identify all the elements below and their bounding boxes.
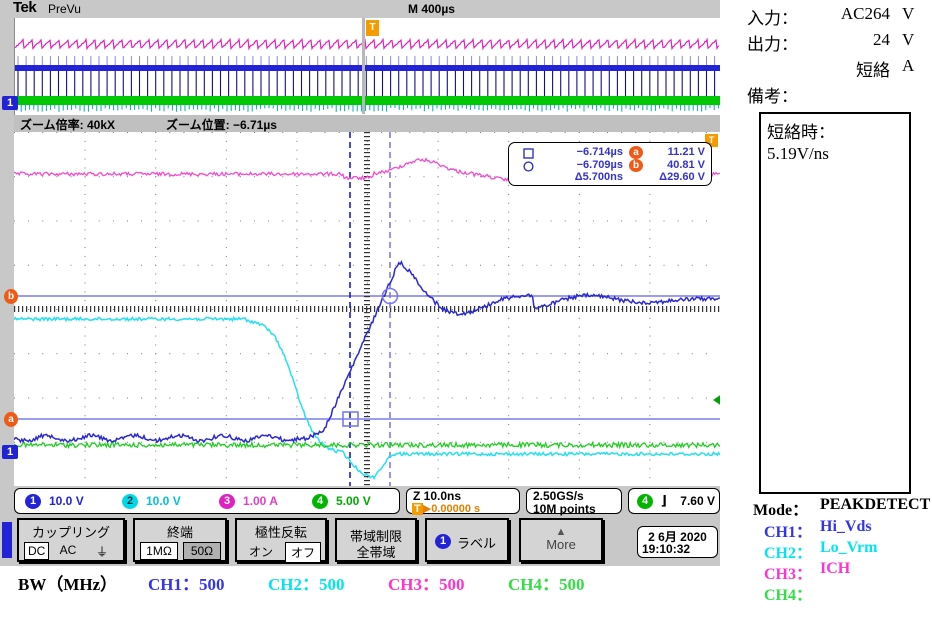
input-label: 入力： [747, 9, 798, 28]
zoom-factor-label: ズーム倍率: 40kX [20, 118, 115, 132]
zoom-position-label: ズーム位置: −6.71µs [166, 118, 277, 132]
cursor-a-badge-label: a [629, 146, 643, 159]
ch2-scale: 10.0 V [146, 494, 181, 508]
mode-label: Mode： [753, 502, 809, 519]
time-value: 19:10:32 [642, 542, 691, 556]
control-button-row: カップリング DC AC ⏚ 終端 1MΩ 50Ω 極性反転 オン オフ 帯域制… [2, 518, 720, 566]
ch1-chip[interactable]: 1 [25, 494, 41, 509]
invert-option-on[interactable]: オン [242, 542, 280, 561]
cursor-a-time: −6.714µs [576, 146, 623, 158]
mode-value: PEAKDETECT [820, 496, 931, 513]
overview-trigger-marker[interactable]: T [366, 20, 379, 36]
record-length-value: 10M points [533, 502, 596, 516]
output-unit-2: A [902, 56, 915, 75]
more-label: More [546, 537, 576, 552]
termination-option-50[interactable]: 50Ω [183, 542, 221, 560]
bw-ch4: CH4：500 [508, 575, 585, 594]
zoom-ch1-marker[interactable]: 1 [2, 445, 18, 459]
trigger-source-chip: 4 [637, 494, 653, 509]
tek-logo: Tek [13, 0, 37, 16]
datetime-readout: 2 6月 2020 19:10:32 [637, 526, 718, 558]
coupling-option-ac[interactable]: AC [55, 542, 81, 558]
trigger-readout: 4 ⌋ 7.60 V [628, 488, 720, 514]
ch1-scale: 10.0 V [49, 494, 84, 508]
bandwidth-value: 全帯域 [356, 545, 396, 560]
trigger-position-value: T ▶0.00000 s [412, 503, 481, 515]
termination-title: 終端 [166, 525, 193, 540]
timebase-readout: Z 10.0ns T ▶0.00000 s [406, 488, 520, 515]
output-label: 出力： [747, 35, 798, 54]
cursor-b-time: −6.709µs [576, 159, 623, 171]
bandwidth-row: BW（MHz） CH1：500 CH2：500 CH3：500 CH4：500 [0, 566, 720, 598]
invert-title: 極性反転 [254, 525, 307, 540]
remarks-line-2: 5.19V/ns [767, 144, 829, 163]
main-timebase-readout: M 400µs [408, 2, 455, 16]
legend-ch4-label: CH4： [764, 587, 813, 604]
trigger-level-value: 7.60 V [680, 494, 715, 508]
output-unit: V [902, 30, 915, 49]
active-channel-indicator [2, 522, 12, 558]
more-button[interactable]: ▲ More [519, 518, 603, 562]
remarks-line-1: 短絡時： [767, 123, 835, 142]
channel-status-bar: 1 10.0 V 2 10.0 V 3 1.00 A 4 5.00 V Z 10… [14, 488, 720, 516]
ch4-chip[interactable]: 4 [312, 494, 328, 509]
cursor-delta-time: Δ5.700ns [574, 171, 623, 183]
cursor-delta-voltage: Δ29.60 V [659, 171, 705, 183]
remarks-box: 短絡時： 5.19V/ns [759, 112, 911, 494]
bw-title: BW（MHz） [18, 575, 118, 594]
cursor-b-badge[interactable]: b [4, 289, 18, 304]
ch3-scale: 1.00 A [243, 494, 278, 508]
waveform-ch2 [14, 315, 720, 481]
zoom-timebase-value: Z 10.0ns [413, 489, 462, 503]
coupling-button[interactable]: カップリング DC AC ⏚ [17, 518, 125, 562]
legend-ch3-name: ICH [820, 560, 851, 577]
ch3-chip[interactable]: 3 [219, 494, 235, 509]
label-button-chip: 1 [435, 534, 451, 549]
cursor-readout-box: −6.714µs a 11.21 V −6.709µs b 40.81 V Δ5… [508, 142, 712, 186]
output-value: 24 [873, 30, 890, 49]
scope-titlebar: Tek PreVu M 400µs [0, 0, 720, 17]
input-unit: V [902, 4, 915, 23]
channel-scales-group: 1 10.0 V 2 10.0 V 3 1.00 A 4 5.00 V [14, 488, 400, 514]
bw-ch2: CH2：500 [268, 575, 345, 594]
invert-button[interactable]: 極性反転 オン オフ [235, 518, 327, 563]
sample-rate-readout: 2.50GS/s 10M points [526, 488, 622, 516]
invert-option-off[interactable]: オフ [285, 542, 321, 563]
label-button[interactable]: 1 ラベル [425, 518, 509, 562]
ch2-chip[interactable]: 2 [122, 494, 138, 509]
remarks-label: 備考： [747, 87, 798, 106]
sample-rate-value: 2.50GS/s [533, 489, 584, 503]
coupling-title: カップリング [31, 525, 110, 540]
termination-option-1m[interactable]: 1MΩ [140, 542, 178, 560]
ch4-scale: 5.00 V [336, 494, 371, 508]
trigger-slope-icon: ⌋ [661, 493, 667, 508]
bw-ch1: CH1：500 [148, 575, 225, 594]
input-value: AC264 [840, 4, 890, 23]
oscilloscope-window: Tek PreVu M 400µs 1 T ズーム倍率: 40kX ズーム位置:… [0, 0, 722, 566]
output-value-2: 短絡 [856, 61, 890, 80]
coupling-option-dc[interactable]: DC [24, 542, 49, 560]
acquisition-status: PreVu [48, 2, 81, 16]
cursor-b-voltage: 40.81 V [667, 159, 705, 171]
cursor-a-voltage: 11.21 V [667, 146, 705, 158]
overview-ch1-marker[interactable]: 1 [2, 96, 18, 110]
label-button-text: ラベル [457, 536, 497, 551]
termination-button[interactable]: 終端 1MΩ 50Ω [133, 518, 227, 562]
cursor-a-badge[interactable]: a [4, 412, 18, 427]
legend-ch1-name: Hi_Vds [820, 518, 872, 535]
bw-ch3: CH3：500 [388, 575, 465, 594]
zoom-info-bar: ズーム倍率: 40kX ズーム位置: −6.71µs [14, 115, 720, 132]
coupling-option-ground-icon[interactable]: ⏚ [89, 542, 115, 561]
bandwidth-limit-button[interactable]: 帯域制限 全帯域 [335, 518, 417, 562]
legend-ch2-name: Lo_Vrm [820, 539, 878, 556]
